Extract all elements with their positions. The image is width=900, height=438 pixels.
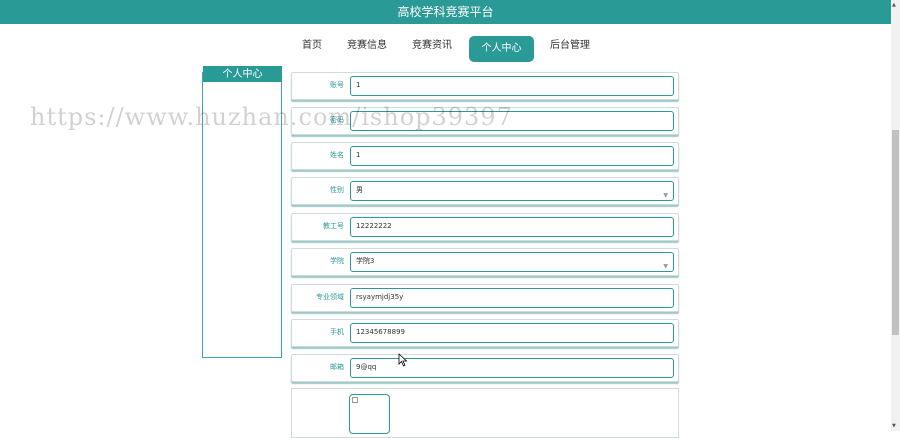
- college-label: 学院: [330, 257, 344, 265]
- gender-select[interactable]: 男 ▼: [350, 181, 674, 201]
- vertical-scrollbar[interactable]: ▲ ▼: [891, 0, 900, 431]
- form-row-field: 专业领域 rsyaymjdj35y: [291, 284, 679, 312]
- page-header: 高校学科竞赛平台: [0, 0, 891, 24]
- field-input[interactable]: rsyaymjdj35y: [350, 288, 674, 308]
- scroll-up-icon[interactable]: ▲: [892, 2, 896, 8]
- phone-input[interactable]: 12345678899: [350, 323, 674, 343]
- sidebar-title: 个人中心: [203, 66, 282, 82]
- scroll-thumb[interactable]: [892, 130, 899, 335]
- nav-personal-center[interactable]: 个人中心: [469, 36, 534, 62]
- form-row-email: 邮箱 9@qq: [291, 354, 679, 382]
- broken-image-icon: [352, 397, 358, 403]
- staff-id-input[interactable]: 12222222: [350, 217, 674, 237]
- nav-competition-info[interactable]: 竞赛信息: [347, 36, 387, 51]
- email-label: 邮箱: [330, 363, 344, 371]
- mouse-cursor-icon: [398, 353, 408, 367]
- college-value: 学院3: [356, 257, 375, 265]
- form-row-phone: 手机 12345678899: [291, 319, 679, 347]
- form-row-college: 学院 学院3 ▼: [291, 248, 679, 276]
- college-select[interactable]: 学院3 ▼: [350, 252, 674, 272]
- form-row-gender: 性别 男 ▼: [291, 177, 679, 205]
- account-label: 账号: [330, 81, 344, 89]
- site-title: 高校学科竞赛平台: [397, 5, 494, 19]
- name-input[interactable]: 1: [350, 146, 674, 166]
- form-row-account: 账号 1: [291, 72, 679, 100]
- scroll-down-icon[interactable]: ▼: [892, 423, 896, 429]
- field-label: 专业领域: [316, 293, 344, 301]
- account-input[interactable]: 1: [350, 76, 674, 96]
- staff-id-label: 教工号: [323, 222, 344, 230]
- photo-upload[interactable]: [349, 394, 390, 434]
- main-nav: 首页 竞赛信息 竞赛资讯 个人中心 后台管理: [0, 24, 891, 64]
- nav-admin[interactable]: 后台管理: [550, 36, 590, 51]
- form-row-name: 姓名 1: [291, 142, 679, 170]
- chevron-down-icon: ▼: [663, 263, 668, 270]
- nav-competition-news[interactable]: 竞赛资讯: [412, 36, 452, 51]
- nav-home[interactable]: 首页: [302, 36, 322, 51]
- name-label: 姓名: [330, 151, 344, 159]
- watermark: https://www.huzhan.com/ishop39397: [30, 103, 513, 131]
- chevron-down-icon: ▼: [663, 192, 668, 199]
- form-row-staff-id: 教工号 12222222: [291, 213, 679, 241]
- phone-label: 手机: [330, 328, 344, 336]
- gender-label: 性别: [330, 186, 344, 194]
- gender-value: 男: [356, 186, 363, 194]
